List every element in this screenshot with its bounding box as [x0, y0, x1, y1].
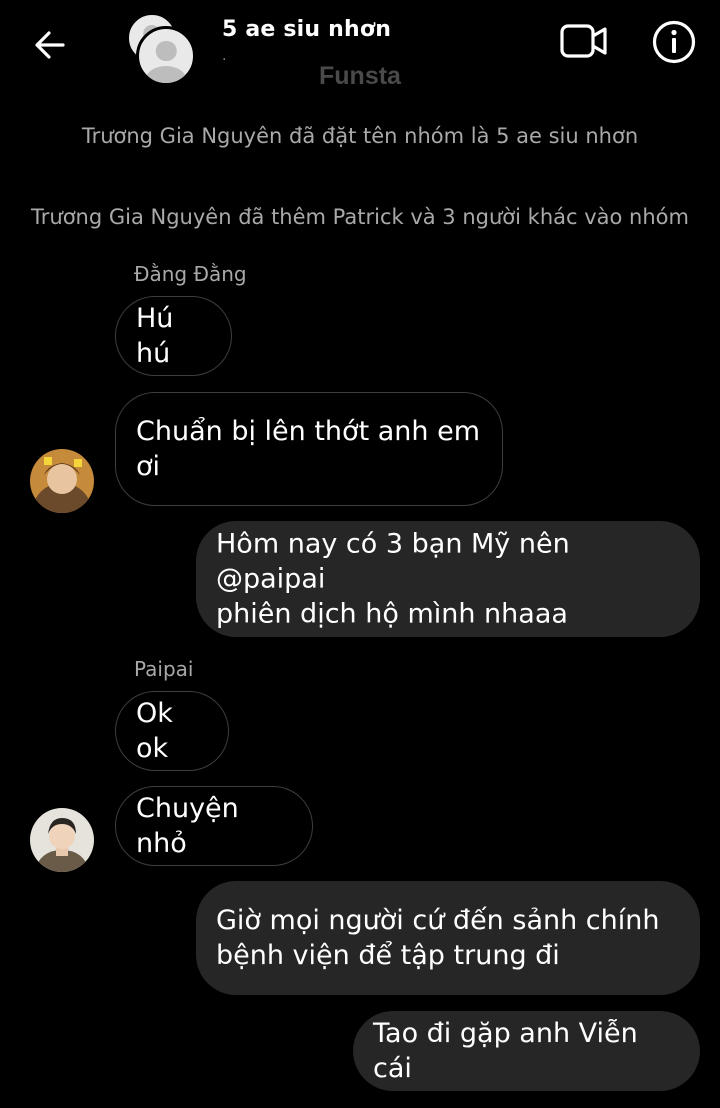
system-message: Trương Gia Nguyên đã thêm Patrick và 3 n… — [31, 205, 689, 229]
message-text: Tao đi gặp anh Viễn cái — [373, 1018, 638, 1084]
info-button[interactable] — [650, 18, 698, 66]
profile-photo — [30, 449, 94, 513]
sender-name: Đằng Đằng — [134, 262, 247, 286]
contact-avatar[interactable] — [30, 449, 94, 513]
back-arrow-icon — [35, 31, 65, 59]
message-text: Ok ok — [136, 698, 173, 764]
message-text: Hôm nay có 3 bạn Mỹ nên @paipai phiên dị… — [216, 528, 570, 630]
video-call-button[interactable] — [556, 18, 612, 64]
message-text: Giờ mọi người cứ đến sảnh chính bệnh việ… — [216, 905, 660, 971]
incoming-message-bubble[interactable]: Hú hú — [115, 296, 232, 376]
contact-avatar[interactable] — [30, 808, 94, 872]
info-icon — [652, 20, 696, 64]
incoming-message-bubble[interactable]: Chuyện nhỏ — [115, 786, 313, 866]
message-text: Hú hú — [136, 303, 174, 369]
outgoing-message-bubble[interactable]: Giờ mọi người cứ đến sảnh chính bệnh việ… — [196, 881, 700, 995]
message-text: Chuyện nhỏ — [136, 793, 239, 859]
profile-photo — [30, 808, 94, 872]
sender-name: Paipai — [134, 657, 194, 681]
group-name[interactable]: 5 ae siu nhơn — [222, 17, 391, 42]
incoming-message-bubble[interactable]: Chuẩn bị lên thớt anh em ơi — [115, 392, 503, 506]
incoming-message-bubble[interactable]: Ok ok — [115, 691, 229, 771]
outgoing-message-bubble[interactable]: Tao đi gặp anh Viễn cái — [353, 1011, 700, 1091]
message-text: Chuẩn bị lên thớt anh em ơi — [136, 416, 480, 482]
watermark: Funsta — [319, 62, 401, 90]
video-call-icon — [560, 24, 607, 58]
system-message: Trương Gia Nguyên đã đặt tên nhóm là 5 a… — [81, 124, 639, 148]
outgoing-message-bubble[interactable]: Hôm nay có 3 bạn Mỹ nên @paipai phiên dị… — [196, 521, 700, 637]
